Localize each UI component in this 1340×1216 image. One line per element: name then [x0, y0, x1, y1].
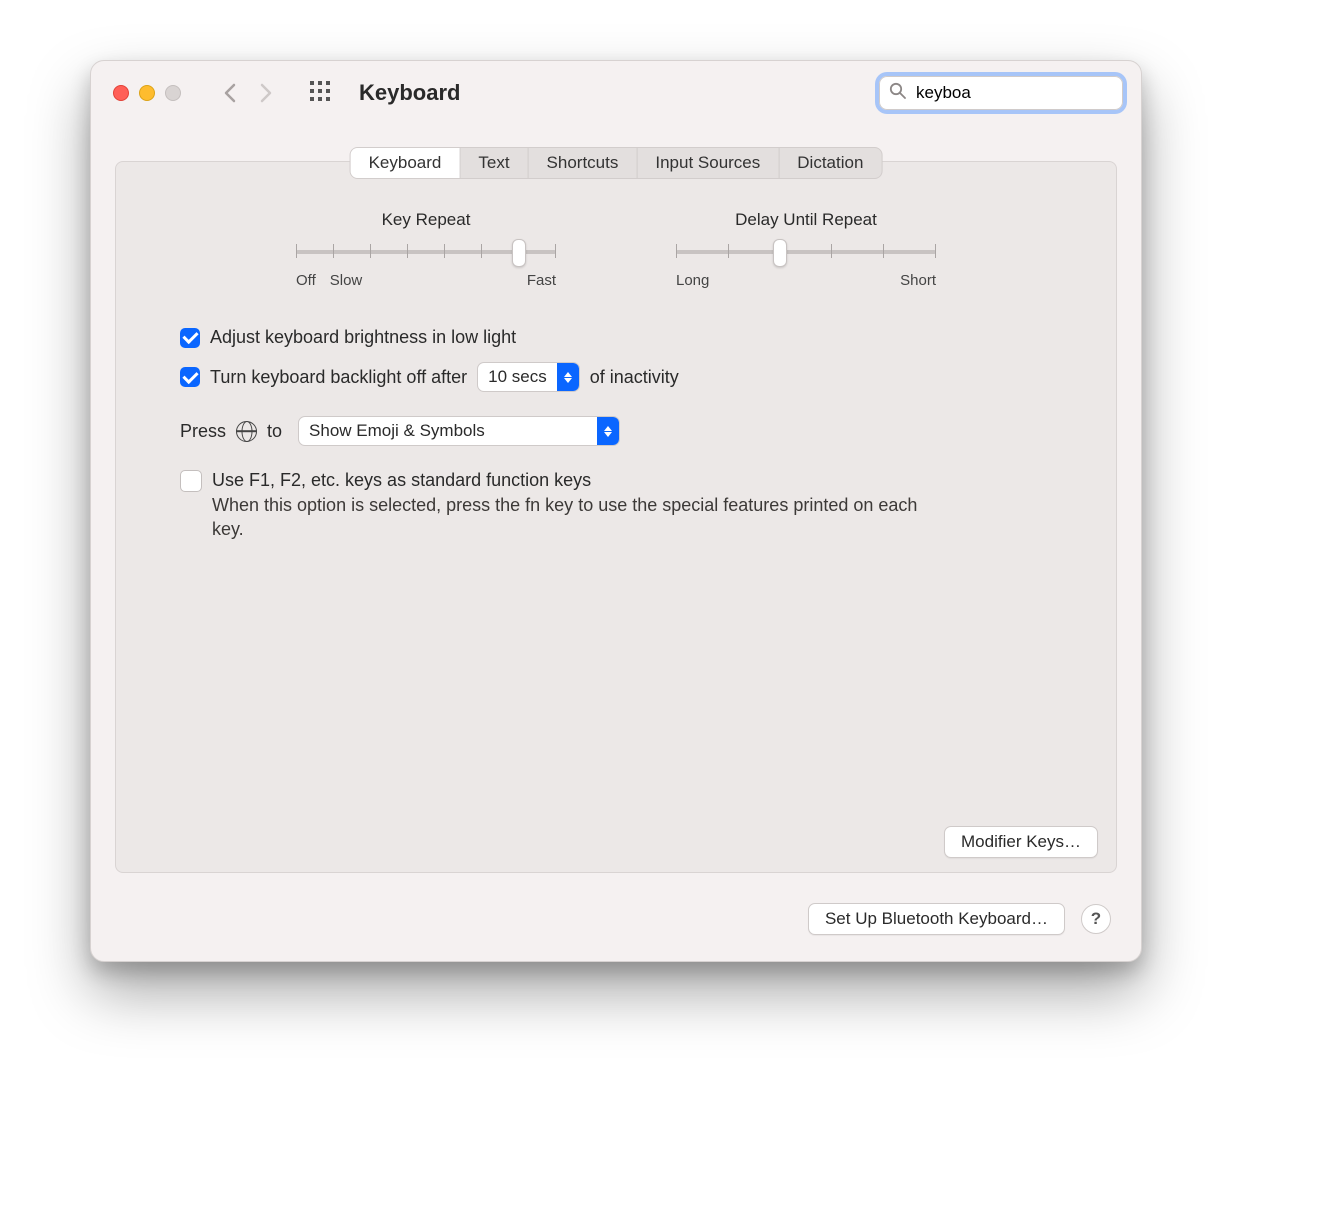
- fn-keys-hint: When this option is selected, press the …: [212, 493, 952, 542]
- tab-keyboard[interactable]: Keyboard: [351, 148, 461, 178]
- zoom-window-button: [165, 85, 181, 101]
- show-all-icon[interactable]: [309, 80, 331, 107]
- brightness-row: Adjust keyboard brightness in low light: [180, 327, 1052, 348]
- preferences-window: Keyboard Keyboard Text Shortcuts Input S…: [90, 60, 1142, 962]
- key-repeat-title: Key Repeat: [296, 210, 556, 230]
- delay-title: Delay Until Repeat: [676, 210, 936, 230]
- backlight-timeout-value: 10 secs: [478, 367, 557, 387]
- backlight-row: Turn keyboard backlight off after 10 sec…: [180, 362, 1052, 392]
- globe-row: Press to Show Emoji & Symbols: [180, 416, 1052, 446]
- footer: Set Up Bluetooth Keyboard… ?: [808, 903, 1111, 935]
- stepper-arrows-icon: [597, 417, 619, 445]
- stepper-arrows-icon: [557, 363, 579, 391]
- backlight-label-before: Turn keyboard backlight off after: [210, 367, 467, 388]
- globe-label-before: Press: [180, 421, 226, 442]
- tab-bar: Keyboard Text Shortcuts Input Sources Di…: [350, 147, 883, 179]
- search-icon: [889, 82, 906, 104]
- window-title: Keyboard: [359, 80, 460, 106]
- backlight-timeout-select[interactable]: 10 secs: [477, 362, 580, 392]
- globe-action-select[interactable]: Show Emoji & Symbols: [298, 416, 620, 446]
- window-controls: [113, 85, 181, 101]
- sliders-row: Key Repeat Off Slow Fast: [116, 162, 1116, 289]
- nav-arrows: [223, 83, 273, 103]
- settings-panel: Keyboard Text Shortcuts Input Sources Di…: [115, 161, 1117, 873]
- key-repeat-thumb[interactable]: [512, 239, 526, 267]
- globe-icon: [236, 421, 257, 442]
- help-button[interactable]: ?: [1081, 904, 1111, 934]
- delay-slider-block: Delay Until Repeat Long Short: [676, 210, 936, 289]
- options-form: Adjust keyboard brightness in low light …: [116, 289, 1116, 542]
- tab-input-sources[interactable]: Input Sources: [637, 148, 779, 178]
- delay-thumb[interactable]: [773, 239, 787, 267]
- globe-label-after: to: [267, 421, 282, 442]
- back-button[interactable]: [223, 83, 237, 103]
- key-repeat-slider[interactable]: [296, 240, 556, 264]
- key-repeat-fast-label: Fast: [527, 272, 556, 289]
- brightness-label: Adjust keyboard brightness in low light: [210, 327, 516, 348]
- modifier-keys-button[interactable]: Modifier Keys…: [944, 826, 1098, 858]
- key-repeat-slider-block: Key Repeat Off Slow Fast: [296, 210, 556, 289]
- fn-keys-checkbox[interactable]: [180, 470, 202, 492]
- forward-button[interactable]: [259, 83, 273, 103]
- delay-long-label: Long: [676, 272, 709, 289]
- delay-short-label: Short: [900, 272, 936, 289]
- key-repeat-slow-label: Slow: [330, 272, 363, 289]
- close-window-button[interactable]: [113, 85, 129, 101]
- key-repeat-off-label: Off: [296, 272, 316, 289]
- backlight-label-after: of inactivity: [590, 367, 679, 388]
- tab-dictation[interactable]: Dictation: [779, 148, 881, 178]
- tab-shortcuts[interactable]: Shortcuts: [529, 148, 638, 178]
- search-input[interactable]: [914, 82, 1139, 104]
- tab-text[interactable]: Text: [460, 148, 528, 178]
- globe-action-value: Show Emoji & Symbols: [299, 421, 495, 441]
- bluetooth-keyboard-button[interactable]: Set Up Bluetooth Keyboard…: [808, 903, 1065, 935]
- minimize-window-button[interactable]: [139, 85, 155, 101]
- backlight-checkbox[interactable]: [180, 367, 200, 387]
- fn-keys-label: Use F1, F2, etc. keys as standard functi…: [212, 470, 952, 491]
- titlebar: Keyboard: [91, 61, 1141, 125]
- brightness-checkbox[interactable]: [180, 328, 200, 348]
- delay-slider[interactable]: [676, 240, 936, 264]
- search-field[interactable]: [879, 76, 1123, 110]
- fn-keys-row: Use F1, F2, etc. keys as standard functi…: [180, 470, 1052, 542]
